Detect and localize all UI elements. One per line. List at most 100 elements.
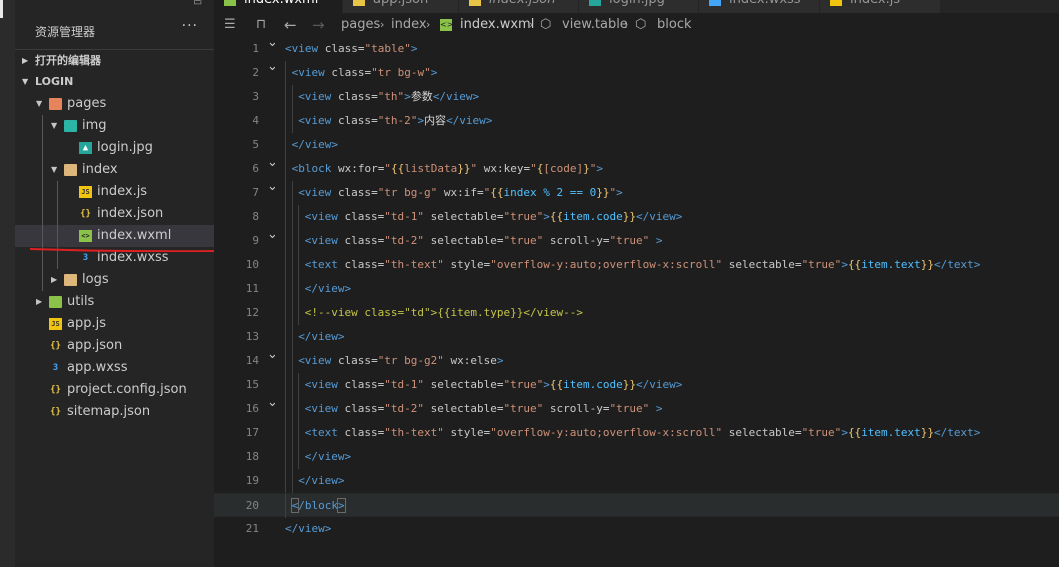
more-actions-icon[interactable]: ···: [182, 18, 198, 34]
activity-explorer-indicator: [0, 0, 3, 18]
line-number: 16: [245, 402, 259, 415]
code-line: 8 <view class="td-1" selectable="true">{{…: [214, 205, 1059, 229]
indent-guide: [285, 157, 286, 181]
tree-item-label: project.config.json: [67, 382, 187, 397]
tree-item[interactable]: ▲ login.jpg: [15, 137, 214, 159]
tree-item-label: index: [82, 162, 118, 177]
indent-guide: [285, 253, 286, 277]
indent-guide: [298, 445, 300, 469]
indent-guide: [285, 494, 286, 518]
chevron-right-icon: ▶: [36, 297, 43, 306]
section-project[interactable]: ▼ LOGIN: [15, 71, 214, 93]
indent-guide: [285, 325, 286, 349]
fold-chevron-icon[interactable]: ⌄: [267, 391, 278, 415]
line-number: 15: [245, 378, 259, 391]
tree-item-label: app.wxss: [67, 360, 128, 375]
code-line: 4 <view class="th-2">内容</view>: [214, 109, 1059, 133]
line-number: 19: [245, 474, 259, 487]
indent-guide: [298, 277, 300, 301]
line-number: 8: [252, 210, 259, 223]
fold-chevron-icon[interactable]: ⌄: [267, 55, 278, 79]
line-number: 20: [245, 499, 259, 512]
chevron-right-icon: ›: [624, 18, 629, 31]
indent-guide: [298, 397, 300, 421]
tree-item[interactable]: ▶ utils: [15, 291, 214, 313]
tree-item[interactable]: 3 app.wxss: [15, 357, 214, 379]
bookmark-icon[interactable]: ⊓: [256, 13, 266, 37]
file-icon: [353, 0, 365, 6]
tree-item[interactable]: JS index.js: [15, 181, 214, 203]
code-line: 18 </view>: [214, 445, 1059, 469]
breadcrumb-block[interactable]: block: [657, 13, 692, 37]
code-line: 17 <text class="th-text" style="overflow-…: [214, 421, 1059, 445]
code-text: <view class="table">: [285, 42, 418, 55]
tree-item[interactable]: ▶ logs: [15, 269, 214, 291]
code-editor[interactable]: 1 ⌄ <view class="table"> 2 ⌄ <view class="tr …: [214, 35, 1059, 567]
code-text: </block>: [290, 498, 346, 513]
tree-item[interactable]: {} sitemap.json: [15, 401, 214, 423]
fold-chevron-icon[interactable]: ⌄: [267, 343, 278, 367]
tree-item[interactable]: ▼ pages: [15, 93, 214, 115]
code-line: 19 </view>: [214, 469, 1059, 493]
indent-guide: [291, 181, 293, 205]
breadcrumb-pages[interactable]: pages: [341, 13, 380, 37]
tree-item[interactable]: <> index.wxml: [15, 225, 214, 247]
line-number: 17: [245, 426, 259, 439]
line-number: 13: [245, 330, 259, 343]
code-line: 9 ⌄ <view class="td-2" selectable="true" s…: [214, 227, 1059, 253]
editor-tab[interactable]: app.json: [343, 0, 459, 13]
indent-guide: [291, 85, 293, 109]
indent-guide: [291, 421, 293, 445]
code-line: 7 ⌄ <view class="tr bg-g" wx:if="{{index %…: [214, 179, 1059, 205]
editor-tab[interactable]: index.json: [459, 0, 579, 13]
chevron-right-icon: ▶: [51, 275, 58, 284]
tree-item-label: utils: [67, 294, 95, 309]
json-file-icon: {}: [50, 407, 61, 417]
tree-item[interactable]: 3 index.wxss: [15, 247, 214, 269]
chevron-right-icon: ›: [426, 18, 431, 31]
section-open-editors[interactable]: ▶ 打开的编辑器: [15, 49, 214, 72]
file-icon: [224, 0, 236, 6]
tree-item[interactable]: ▼ index: [15, 159, 214, 181]
fold-chevron-icon[interactable]: ⌄: [267, 175, 278, 199]
collapse-icon[interactable]: ⊟: [193, 0, 202, 7]
editor-tab[interactable]: index.wxml: [214, 0, 343, 13]
file-icon: [830, 0, 842, 6]
section-project-label: LOGIN: [35, 75, 74, 88]
editor-tab[interactable]: index.wxss: [699, 0, 820, 13]
breadcrumb-view-table[interactable]: view.table: [562, 13, 628, 37]
code-line: 1 ⌄ <view class="table">: [214, 35, 1059, 61]
indent-guide: [291, 397, 293, 421]
tree-item-label: app.js: [67, 316, 106, 331]
tree-item[interactable]: {} index.json: [15, 203, 214, 225]
forward-arrow-icon[interactable]: →: [312, 13, 325, 37]
line-number: 14: [245, 354, 259, 367]
breadcrumb-index[interactable]: index: [391, 13, 427, 37]
indent-guide: [291, 229, 293, 253]
list-icon[interactable]: ☰: [224, 13, 236, 37]
js-file-icon: JS: [49, 318, 62, 330]
editor-tab[interactable]: login.jpg: [579, 0, 699, 13]
fold-chevron-icon[interactable]: ⌄: [267, 151, 278, 175]
breadcrumb-file[interactable]: index.wxml: [460, 13, 534, 37]
indent-guide: [291, 325, 293, 349]
breadcrumb: ☰ ⊓ ← → pages › index › <> index.wxml › …: [214, 13, 1059, 37]
code-text: <view class="td-1" selectable="true">{{i…: [304, 378, 683, 391]
indent-guide: [291, 349, 293, 373]
back-arrow-icon[interactable]: ←: [284, 13, 297, 37]
folder-icon: [64, 164, 77, 176]
tree-item[interactable]: JS app.js: [15, 313, 214, 335]
tree-item[interactable]: {} app.json: [15, 335, 214, 357]
indent-guide: [285, 349, 286, 373]
fold-chevron-icon[interactable]: ⌄: [267, 31, 278, 55]
fold-chevron-icon[interactable]: ⌄: [267, 223, 278, 247]
code-line: 13 </view>: [214, 325, 1059, 349]
chevron-down-icon: ▼: [22, 77, 29, 86]
tree-item[interactable]: {} project.config.json: [15, 379, 214, 401]
indent-guide: [298, 229, 300, 253]
code-text: </view>: [285, 522, 332, 535]
editor-tab[interactable]: index.js: [820, 0, 941, 13]
tree-item[interactable]: ▼ img: [15, 115, 214, 137]
line-number: 6: [252, 162, 259, 175]
chevron-right-icon: ›: [529, 18, 534, 31]
